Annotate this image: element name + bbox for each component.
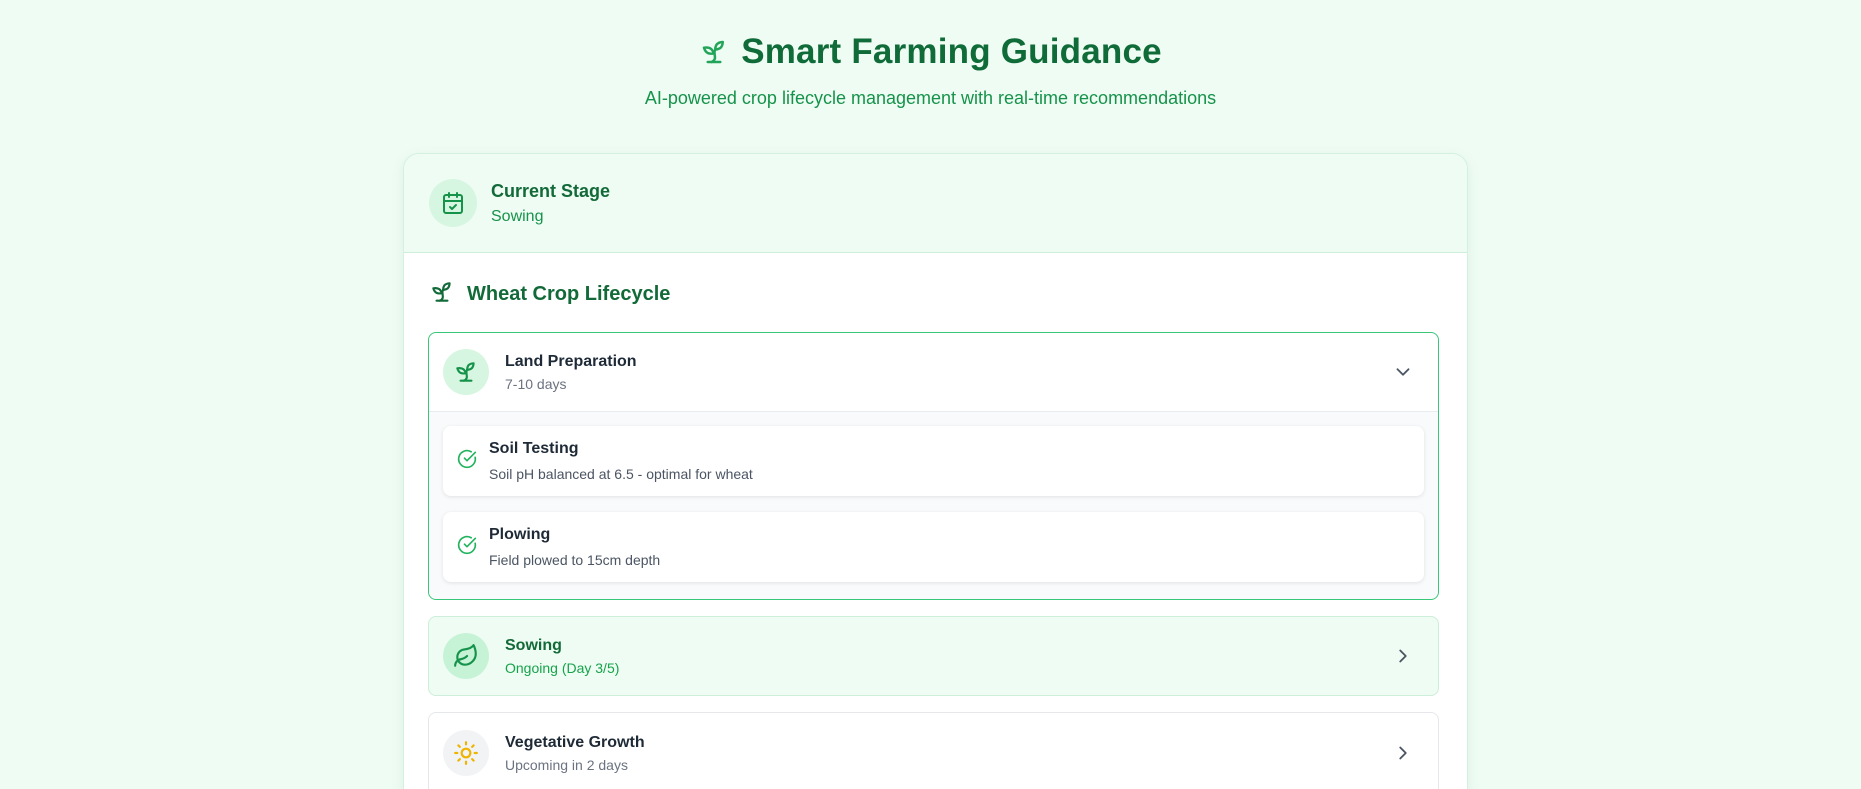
lifecycle-card: Current Stage Sowing Wheat Crop Lifecycl…	[403, 153, 1468, 789]
stage-vegetative-growth[interactable]: Vegetative Growth Upcoming in 2 days	[428, 712, 1439, 789]
stage-text: Sowing Ongoing (Day 3/5)	[505, 637, 1392, 676]
page: Smart Farming Guidance AI-powered crop l…	[0, 0, 1861, 789]
current-stage-value: Sowing	[491, 207, 544, 225]
lifecycle-header: Wheat Crop Lifecycle	[404, 253, 1467, 309]
stage-status: Upcoming in 2 days	[505, 756, 628, 773]
stage-text: Land Preparation 7-10 days	[505, 353, 1392, 392]
task-text: Plowing Field plowed to 15cm depth	[489, 526, 660, 568]
task-text: Soil Testing Soil pH balanced at 6.5 - o…	[489, 440, 753, 482]
stage-name: Vegetative Growth	[505, 733, 645, 751]
check-circle-icon	[457, 535, 477, 560]
task-name: Soil Testing	[489, 440, 579, 457]
chevron-right-icon[interactable]	[1392, 742, 1414, 764]
page-subtitle: AI-powered crop lifecycle management wit…	[644, 88, 1217, 108]
sun-icon	[443, 730, 489, 776]
lifecycle-title: Wheat Crop Lifecycle	[467, 282, 671, 305]
stage-status: Ongoing (Day 3/5)	[505, 659, 620, 676]
stage-header[interactable]: Sowing Ongoing (Day 3/5)	[429, 617, 1438, 695]
sprout-icon	[699, 37, 729, 67]
task-name: Plowing	[489, 526, 551, 543]
chevron-right-icon[interactable]	[1392, 645, 1414, 667]
stage-land-preparation: Land Preparation 7-10 days Soil Testing …	[428, 332, 1439, 600]
current-stage-text: Current Stage Sowing	[491, 181, 610, 226]
current-stage-banner: Current Stage Sowing	[404, 154, 1467, 253]
stage-name: Sowing	[505, 636, 562, 654]
current-stage-label: Current Stage	[491, 180, 611, 201]
stage-duration: 7-10 days	[505, 375, 567, 392]
sprout-icon	[429, 279, 455, 310]
sprout-icon	[443, 349, 489, 395]
stage-sowing[interactable]: Sowing Ongoing (Day 3/5)	[428, 616, 1439, 696]
calendar-check-icon	[429, 179, 477, 227]
stage-header[interactable]: Land Preparation 7-10 days	[429, 333, 1438, 411]
task-item[interactable]: Soil Testing Soil pH balanced at 6.5 - o…	[443, 426, 1424, 496]
check-circle-icon	[457, 449, 477, 474]
page-header: Smart Farming Guidance AI-powered crop l…	[0, 0, 1861, 109]
task-description: Soil pH balanced at 6.5 - optimal for wh…	[489, 466, 753, 482]
stage-header[interactable]: Vegetative Growth Upcoming in 2 days	[429, 713, 1438, 789]
title-row: Smart Farming Guidance	[699, 32, 1162, 72]
task-list: Soil Testing Soil pH balanced at 6.5 - o…	[429, 411, 1438, 599]
task-item[interactable]: Plowing Field plowed to 15cm depth	[443, 512, 1424, 582]
page-title: Smart Farming Guidance	[741, 32, 1162, 71]
chevron-down-icon[interactable]	[1392, 361, 1414, 383]
task-description: Field plowed to 15cm depth	[489, 552, 661, 568]
leaf-icon	[443, 633, 489, 679]
stage-text: Vegetative Growth Upcoming in 2 days	[505, 734, 1392, 773]
stage-name: Land Preparation	[505, 352, 637, 370]
